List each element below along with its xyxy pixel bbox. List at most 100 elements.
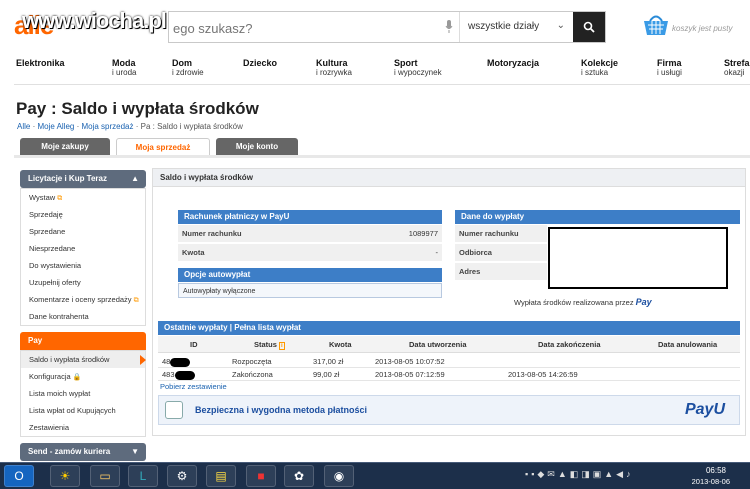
row-status: Zakończona [232,370,273,379]
lync-icon[interactable]: L [128,465,158,487]
category-select[interactable]: wszystkie działy ⌄ [459,12,571,42]
category-item[interactable]: Kolekcje i sztuka [581,58,618,78]
sidebar-item-zestawienia[interactable]: Zestawienia [21,419,145,436]
breadcrumb-link[interactable]: Alle [17,122,30,131]
breadcrumb: Alle · Moje Alleg · Moja sprzedaż · Pa :… [17,122,243,131]
row-amount: 99,00 zł [313,370,340,379]
payout-row: Adres [455,263,547,281]
payout-row: Odbiorca [455,244,547,262]
payout-note-text: Wypłata środków realizowana przez [514,298,634,307]
sidebar-section-payu[interactable]: Pay [20,332,146,350]
category-item[interactable]: Elektronika [16,58,65,68]
external-icon: ⧉ [133,297,139,304]
sidebar-section-send[interactable]: Send - zamów kuriera ▼ [20,443,146,461]
category-item[interactable]: Kultura i rozrywka [316,58,352,78]
account-box-title: Rachunek płatniczy w PayU [178,210,442,224]
tab-moje-konto[interactable]: Moje konto [216,138,298,155]
category-item[interactable]: Dom i zdrowie [172,58,204,78]
category-nav: Elektronika Moda i uroda Dom i zdrowie Dzi… [0,58,750,82]
payout-row: Numer rachunku [455,225,547,243]
info-icon[interactable]: i [279,342,285,350]
clock-date[interactable]: 2013-08-06 [692,477,730,486]
breadcrumb-link[interactable]: Moje Alleg [37,122,74,131]
auto-options-value: Autowypłaty wyłączone [183,288,256,295]
payout-data-title: Dane do wypłaty [455,210,740,224]
account-number-value: 1089977 [408,229,438,238]
tab-moje-zakupy[interactable]: Moje zakupy [20,138,110,155]
note-icon[interactable]: ▤ [206,465,236,487]
search-input[interactable] [173,18,433,38]
column-created: Data utworzenia [409,340,467,349]
category-item[interactable]: Moda i uroda [112,58,136,78]
tab-divider [14,155,750,158]
sidebar-item-wystaw[interactable]: Wystaw ⧉ [21,189,145,206]
system-tray[interactable]: ▪▪◆✉▲◧◨▣▲◀♪ [525,469,634,480]
folder-icon[interactable]: ▭ [90,465,120,487]
microphone-icon[interactable] [445,20,453,34]
payu-small-logo: Pay [635,297,652,307]
sidebar-item-saldo[interactable]: Saldo i wypłata środków [21,351,146,368]
external-icon: ⧉ [57,195,63,202]
security-icon[interactable]: ◉ [324,465,354,487]
secure-payment-banner: Bezpieczna i wygodna metoda płatności Pa… [158,395,740,425]
auto-options-row: Autowypłaty wyłączone [178,283,442,298]
redaction-mark [170,357,191,367]
download-statement-link[interactable]: Pobierz zestawienie [160,382,227,391]
sidebar-item-lista-wplat[interactable]: Lista wpłat od Kupujących [21,402,145,419]
sidebar-item-dane-kontrahenta[interactable]: Dane kontrahenta [21,308,145,325]
watermark: www.wiocha.pl [22,8,167,33]
account-number-label: Numer rachunku [182,229,242,238]
row-amount: 317,00 zł [313,357,344,366]
payout-label: Adres [459,267,481,276]
outlook-icon[interactable]: O [4,465,34,487]
bulb-icon [165,401,183,419]
clock-time[interactable]: 06:58 [706,466,726,475]
photos-icon[interactable]: ✿ [284,465,314,487]
sidebar-item-uzupelnij[interactable]: Uzupełnij oferty [21,274,145,291]
active-indicator-icon [140,355,146,365]
sidebar-section-licytacje[interactable]: Licytacje i Kup Teraz ▲ [20,170,146,188]
chevron-up-icon: ▲ [131,174,139,183]
tab-moja-sprzedaz[interactable]: Moja sprzedaż [116,138,210,156]
sidebar-item-konfiguracja[interactable]: Konfiguracja 🔒 [21,368,145,385]
row-finished: 2013-08-05 14:26:59 [508,370,578,379]
sidebar-item-niesprzedane[interactable]: Niesprzedane [21,240,145,257]
amount-row: Kwota - [178,244,442,262]
sidebar-item-lista-wyplat[interactable]: Lista moich wypłat [21,385,145,402]
category-item[interactable]: Dziecko [243,58,277,68]
sidebar-item-komentarze[interactable]: Komentarze i oceny sprzedaży ⧉ [21,291,145,308]
breadcrumb-link[interactable]: Moja sprzedaż [81,122,133,131]
search-icon [583,21,595,33]
sidebar-section-title: Pay [28,336,43,345]
column-status: Status i [254,340,285,350]
basket-icon[interactable] [642,12,670,38]
row-id: 483 [162,368,195,381]
category-item[interactable]: Strefa okazji [724,58,750,78]
allegro-logo[interactable]: alle www.wiocha.pl [14,8,167,41]
search-button[interactable] [573,12,605,42]
sidebar-item-do-wystawienia[interactable]: Do wystawienia [21,257,145,274]
sidebar-list: Wystaw ⧉ Sprzedaję Sprzedane Niesprzedan… [20,188,146,326]
column-cancelled: Data anulowania [658,340,718,349]
row-id: 48 [162,355,191,368]
payout-note: Wypłata środków realizowana przez Pay [514,297,652,307]
window-icon[interactable]: ■ [246,465,276,487]
sidebar-item-sprzedaje[interactable]: Sprzedaję [21,206,145,223]
sidebar-list: Saldo i wypłata środków Konfiguracja 🔒 L… [20,350,146,437]
category-item[interactable]: Sport i wypoczynek [394,58,442,78]
category-select-value: wszystkie działy [468,21,540,32]
category-item[interactable]: Motoryzacja [487,58,539,68]
sidebar-item-sprzedane[interactable]: Sprzedane [21,223,145,240]
chevron-down-icon: ⌄ [556,20,565,31]
row-created: 2013-08-05 10:07:52 [375,357,445,366]
basket-label[interactable]: koszyk jest pusty [672,24,732,33]
sun-icon[interactable]: ☀ [50,465,80,487]
payouts-table-title[interactable]: Ostatnie wypłaty | Pełna lista wypłat [158,321,740,335]
chevron-down-icon: ▼ [131,447,139,456]
auto-options-title: Opcje autowypłat [178,268,442,282]
category-item[interactable]: Firma i usługi [657,58,682,78]
search-bar: wszystkie działy ⌄ [168,11,606,43]
table-row: 483 Zakończona 99,00 zł 2013-08-05 07:12… [158,368,740,381]
payout-label: Numer rachunku [459,229,519,238]
app-icon[interactable]: ⚙ [167,465,197,487]
